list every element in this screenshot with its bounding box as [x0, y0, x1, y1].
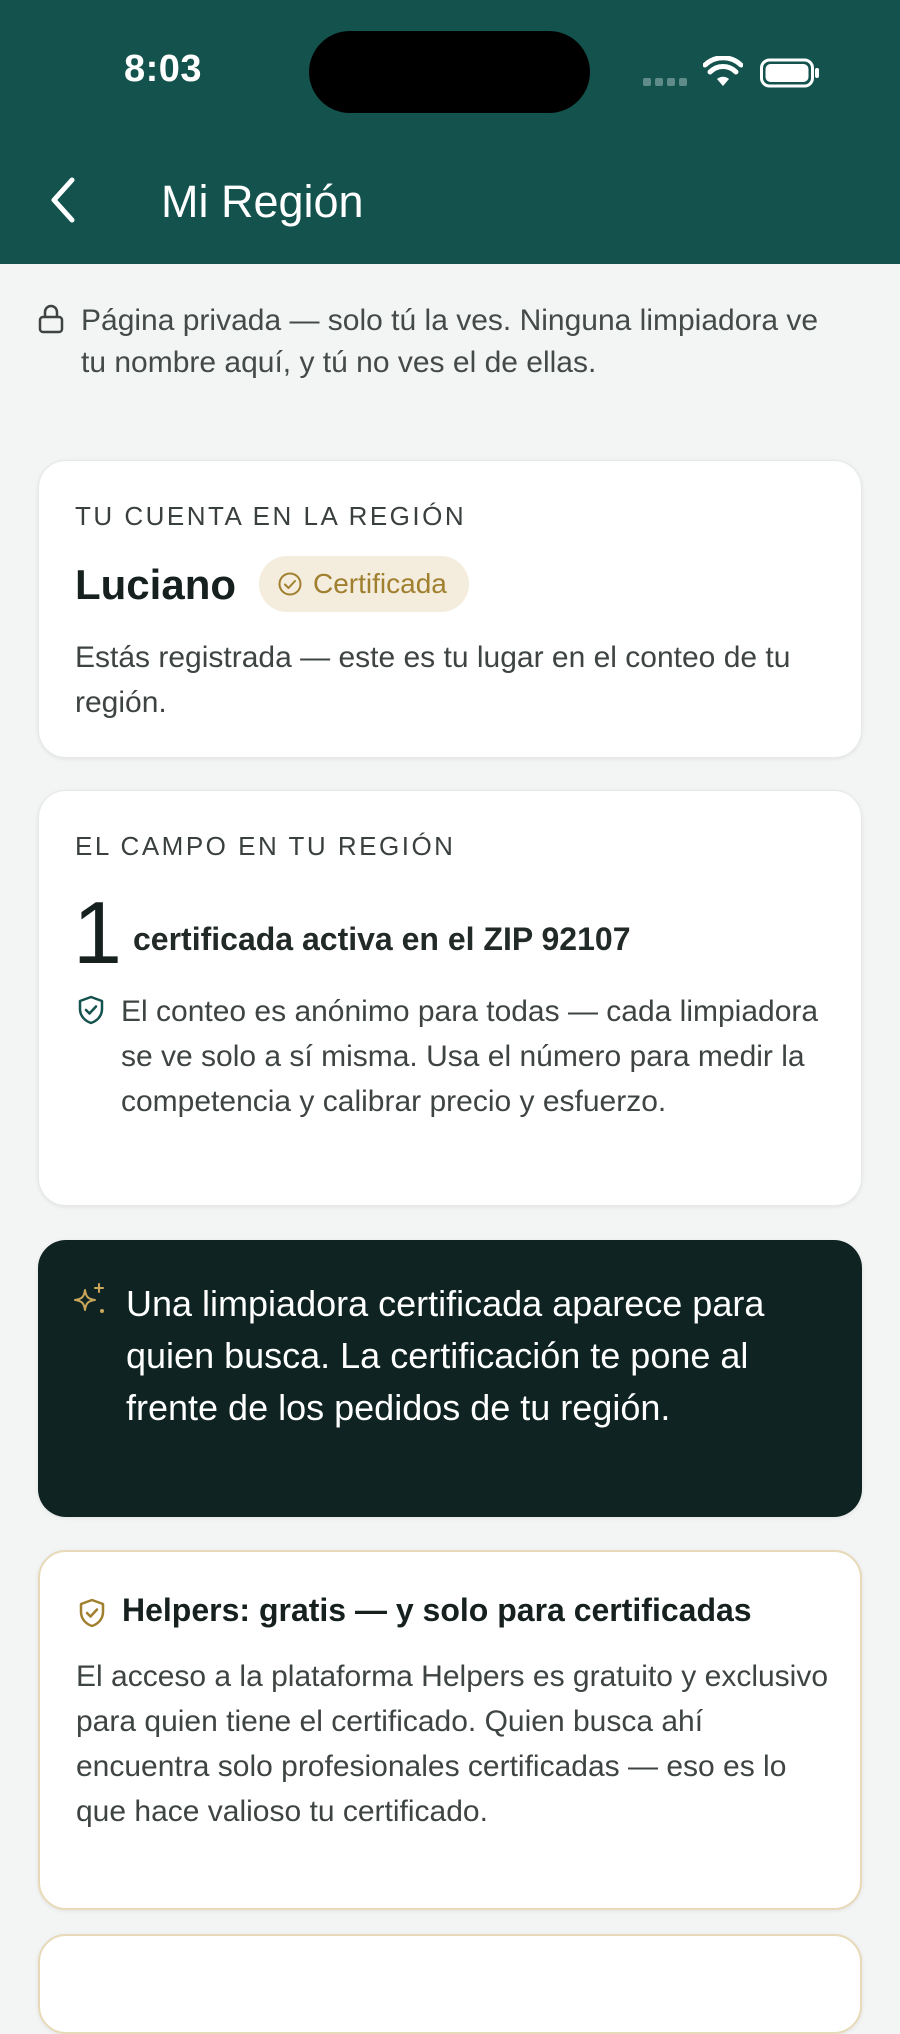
- account-body: Estás registrada — este es tu lugar en e…: [75, 641, 791, 719]
- helpers-title: Helpers: gratis — y solo para certificad…: [122, 1592, 752, 1628]
- status-time: 8:03: [124, 48, 203, 90]
- sparkles-icon: [74, 1283, 104, 1313]
- account-card: TU CUENTA EN LA REGIÓN Luciano Certifica…: [38, 460, 862, 758]
- shield-check-icon: [78, 995, 104, 1025]
- cellular-signal-icon: [643, 78, 687, 86]
- account-name: Luciano: [75, 561, 237, 608]
- privacy-text: Página privada — solo tú la ves. Ninguna…: [81, 304, 819, 379]
- account-eyebrow: TU CUENTA EN LA REGIÓN: [75, 501, 467, 531]
- app-header: 8:03 Mi Región: [0, 0, 900, 264]
- dynamic-island: [309, 31, 590, 113]
- next-card: [38, 1934, 862, 2034]
- badge-label: Certificada: [313, 568, 447, 599]
- field-card: EL CAMPO EN TU REGIÓN 1 certificada acti…: [38, 790, 862, 1206]
- helpers-card: Helpers: gratis — y solo para certificad…: [38, 1550, 862, 1910]
- field-eyebrow: EL CAMPO EN TU REGIÓN: [75, 831, 456, 861]
- lock-icon: [38, 304, 64, 334]
- promo-card: Una limpiadora certificada aparece para …: [38, 1240, 862, 1517]
- promo-text: Una limpiadora certificada aparece para …: [126, 1283, 765, 1428]
- back-arrow-icon[interactable]: [44, 172, 84, 228]
- shield-check-icon: [79, 1598, 105, 1628]
- page-title: Mi Región: [161, 176, 364, 227]
- privacy-note: Página privada — solo tú la ves. Ninguna…: [38, 300, 838, 384]
- check-badge-icon: [278, 572, 302, 596]
- battery-icon: [760, 58, 819, 88]
- active-count-label: certificada activa en el ZIP 92107: [133, 921, 631, 957]
- certified-badge: Certificada: [259, 556, 469, 612]
- wifi-icon: [703, 56, 743, 86]
- field-note: El conteo es anónimo para todas — cada l…: [121, 995, 819, 1118]
- helpers-body: El acceso a la plataforma Helpers es gra…: [76, 1660, 829, 1828]
- active-count: 1: [73, 883, 122, 982]
